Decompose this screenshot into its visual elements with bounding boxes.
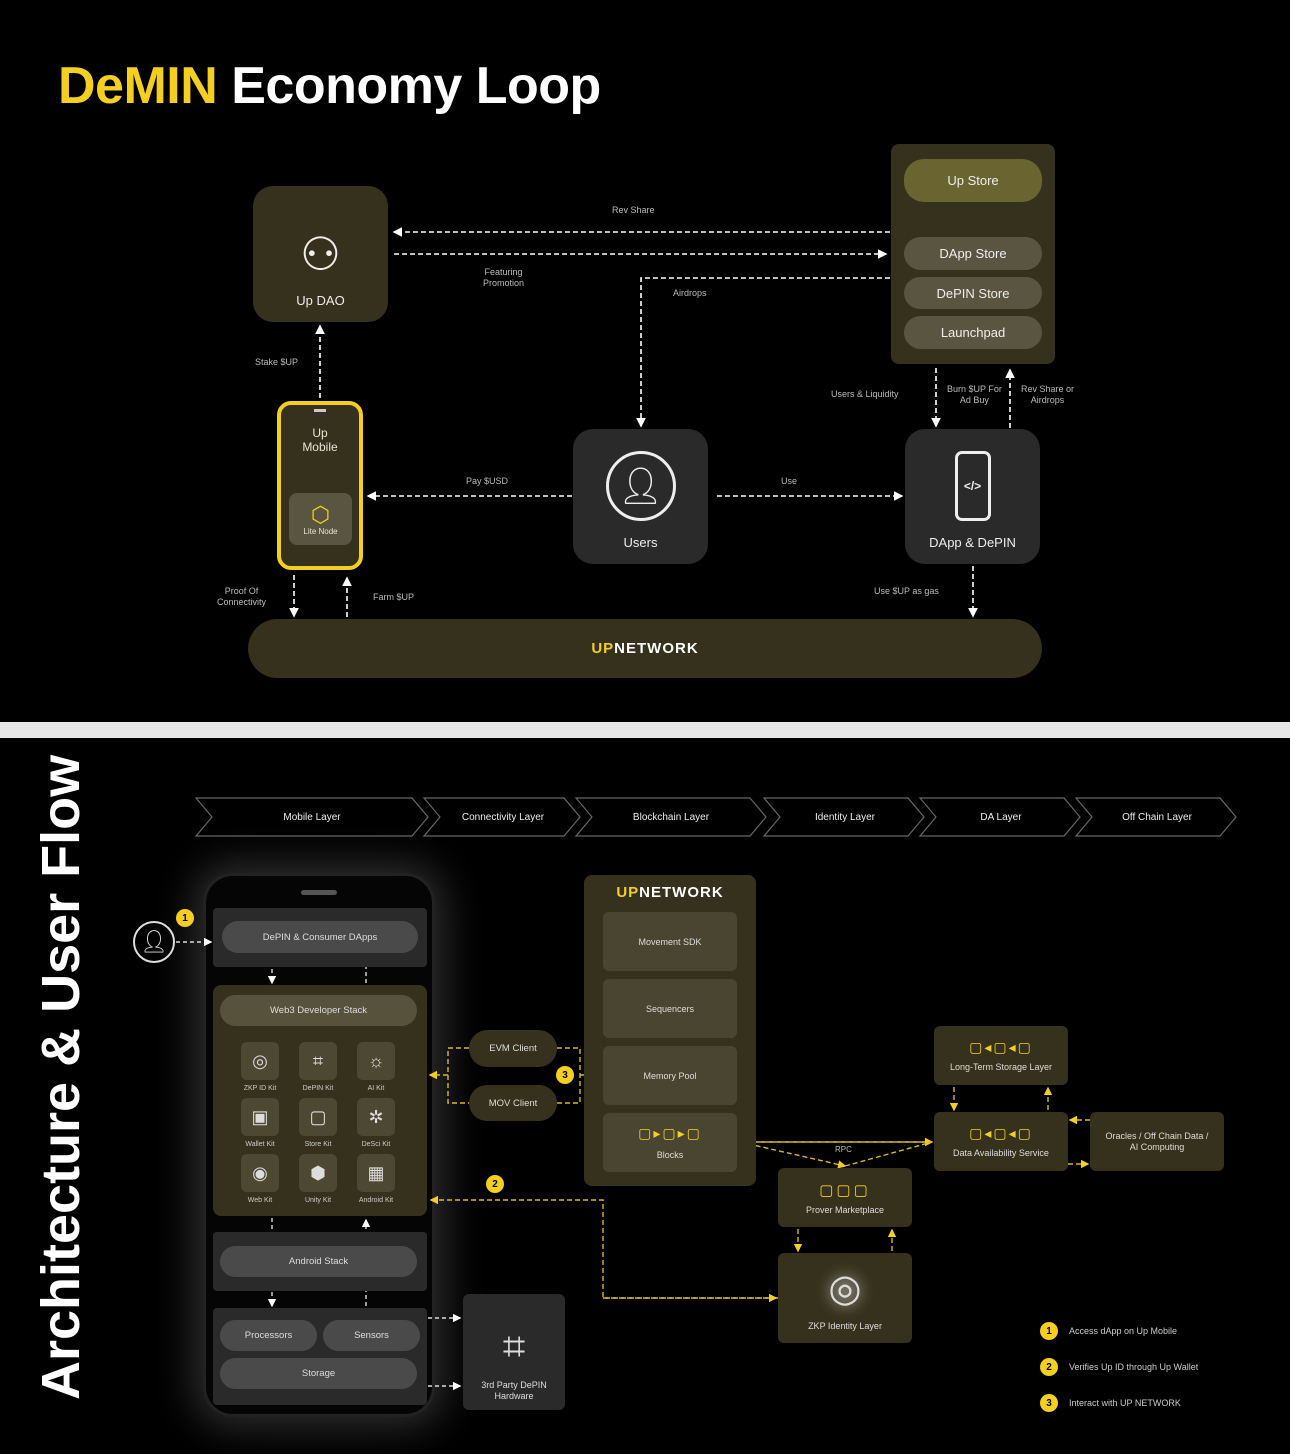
fingerprint-icon: ◎ [828, 1267, 862, 1310]
memory-pool: Memory Pool [603, 1046, 737, 1105]
step-badge-1: 1 [176, 909, 194, 927]
kit-label: Wallet Kit [245, 1141, 275, 1148]
chip-icon: ⌗ [299, 1042, 337, 1080]
chained-blocks-icon: ▢▸▢▸▢ [638, 1125, 702, 1141]
web3-developer-stack: Web3 Developer Stack [220, 995, 417, 1026]
kit-label: Unity Kit [304, 1197, 332, 1204]
unity-icon: ⬢ [299, 1154, 337, 1192]
chained-blocks-icon: ▢◂▢◂▢ [969, 1125, 1033, 1141]
fingerprint-icon: ◎ [241, 1042, 279, 1080]
legend-badge: 1 [1040, 1322, 1058, 1340]
third-party-hardware: ⌗ 3rd Party DePIN Hardware [463, 1294, 565, 1410]
mov-client: MOV Client [469, 1085, 557, 1121]
kit-label: AI Kit [367, 1085, 385, 1092]
circuit-chip-icon: ⌗ [502, 1325, 526, 1369]
label-rpc: RPC [835, 1145, 852, 1154]
kit-label: Store Kit [304, 1141, 332, 1148]
processors: Processors [220, 1320, 317, 1351]
flow-lines-bottom [176, 937, 1090, 1391]
step-badge-3: 3 [556, 1066, 574, 1084]
blocks-icon: ▢▢▢ [819, 1181, 871, 1199]
long-term-storage-layer: ▢◂▢◂▢ Long-Term Storage Layer [934, 1026, 1068, 1085]
legend-text: Access dApp on Up Mobile [1069, 1326, 1178, 1336]
kit-label: DeSci Kit [361, 1141, 391, 1148]
legend-badge: 2 [1040, 1358, 1058, 1376]
storage: Storage [220, 1358, 417, 1389]
sensors: Sensors [323, 1320, 420, 1351]
chained-blocks-icon: ▢◂▢◂▢ [969, 1039, 1033, 1055]
store-bag-icon: ▢ [299, 1098, 337, 1136]
depin-consumer-dapps: DePIN & Consumer DApps [222, 921, 418, 953]
kit-label: ZKP ID Kit [243, 1085, 277, 1092]
compass-icon: ◉ [241, 1154, 279, 1192]
oracles-off-chain: Oracles / Off Chain Data / AI Computing [1090, 1112, 1224, 1171]
data-availability-service: ▢◂▢◂▢ Data Availability Service [934, 1112, 1068, 1171]
kit-label: Web Kit [247, 1197, 273, 1204]
sequencers: Sequencers [603, 979, 737, 1038]
prover-marketplace: ▢▢▢ Prover Marketplace [778, 1168, 912, 1227]
movement-sdk: Movement SDK [603, 912, 737, 971]
legend-text: Verifies Up ID through Up Wallet [1069, 1362, 1199, 1372]
android-icon: ▦ [357, 1154, 395, 1192]
legend-badge: 3 [1040, 1394, 1058, 1412]
zkp-identity-layer: ◎ ZKP Identity Layer [778, 1253, 912, 1343]
kit-label: Android Kit [358, 1197, 394, 1204]
legend-text: Interact with UP NETWORK [1069, 1398, 1181, 1408]
ai-bulb-icon: ☼ [357, 1042, 395, 1080]
android-stack: Android Stack [220, 1246, 417, 1277]
desci-icon: ✲ [357, 1098, 395, 1136]
step-badge-2: 2 [486, 1175, 504, 1193]
blocks: ▢▸▢▸▢ Blocks [603, 1113, 737, 1172]
kit-label: DePIN Kit [302, 1085, 334, 1092]
up-network-logo: UPNETWORK [616, 884, 724, 901]
wallet-icon: ▣ [241, 1098, 279, 1136]
evm-client: EVM Client [469, 1030, 557, 1067]
user-icon: 👤︎ [133, 921, 175, 963]
